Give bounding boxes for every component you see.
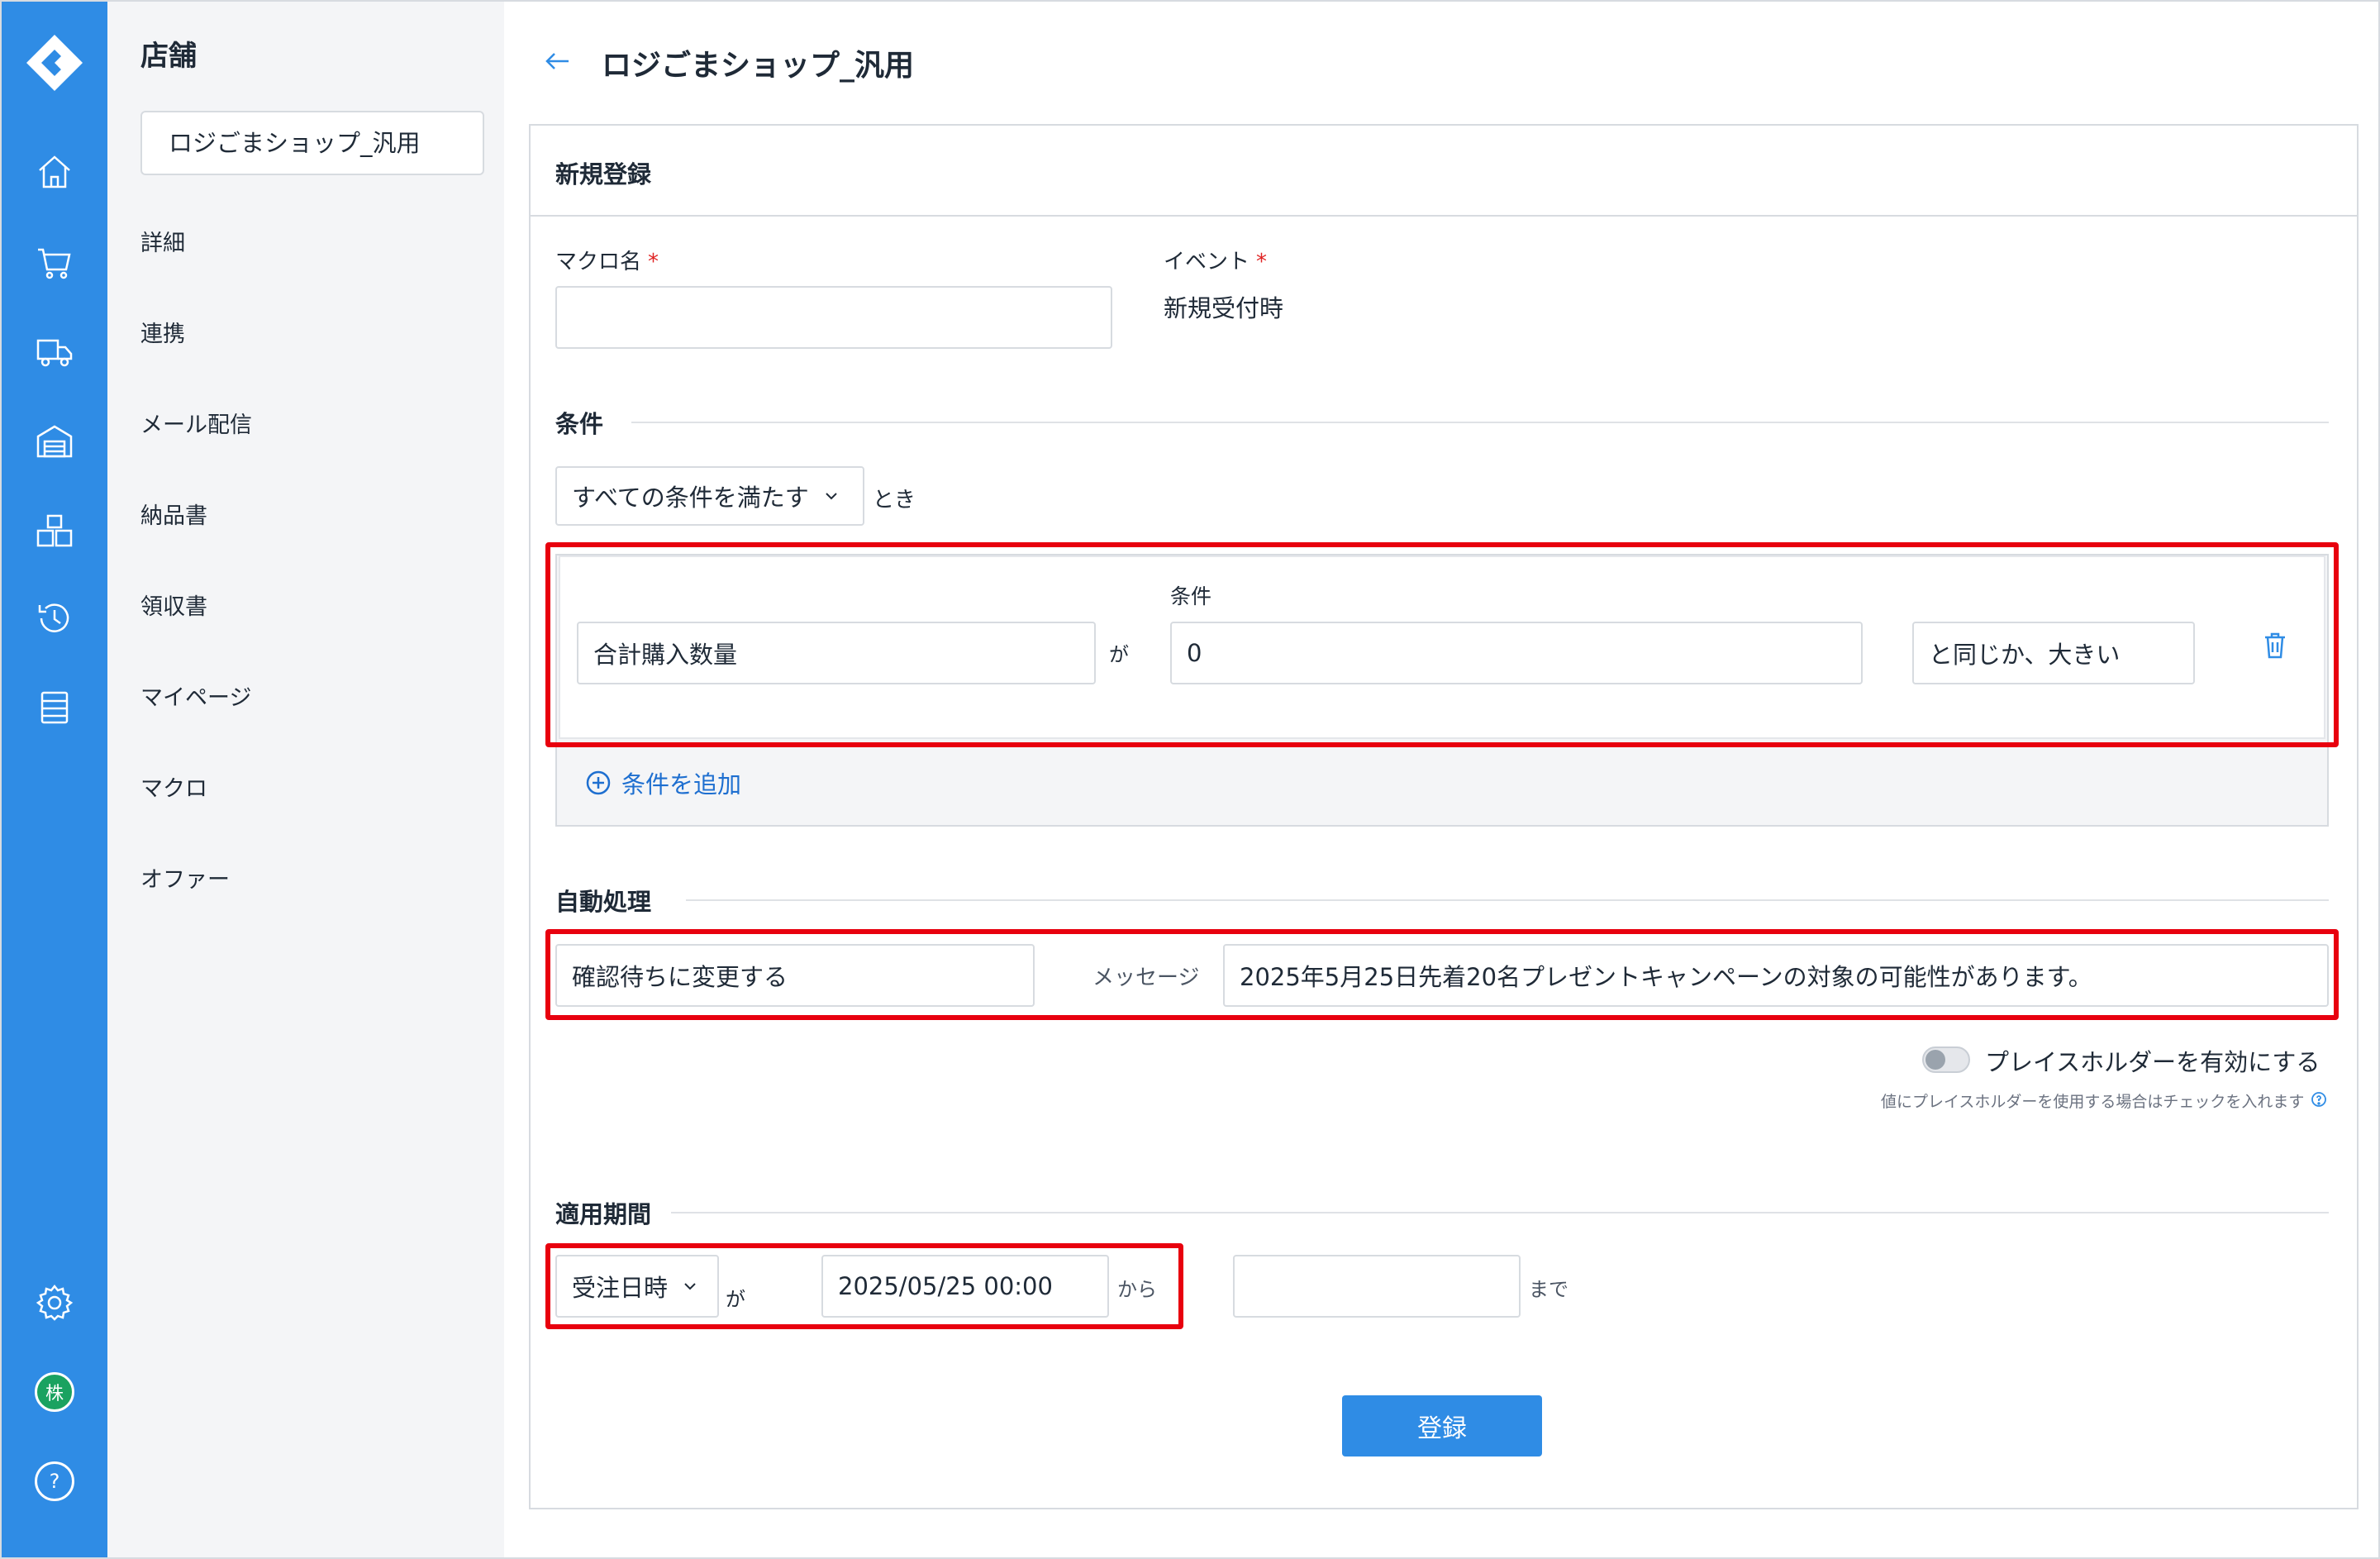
match-mode-value: すべての条件を満たす: [572, 484, 809, 512]
placeholder-toggle-label: プレイスホルダーを有効にする: [1985, 1048, 2320, 1076]
icon-rail: 株 ?: [2, 2, 107, 1557]
sidebar-item-mypage[interactable]: マイページ: [140, 679, 251, 712]
company-icon[interactable]: 株: [35, 1372, 74, 1412]
store-selector[interactable]: ロジごまショップ_汎用: [140, 111, 484, 175]
conditions-divider: [631, 422, 2329, 423]
highlight-auto-processing: [545, 929, 2339, 1020]
toggle-knob: [1925, 1050, 1945, 1070]
sidebar-item-delivery-note[interactable]: 納品書: [140, 498, 207, 530]
highlight-period: [545, 1243, 1183, 1329]
boxes-icon[interactable]: [35, 511, 74, 551]
chevron-down-icon: [826, 493, 837, 500]
settings-icon[interactable]: [35, 1283, 74, 1323]
sidebar-item-mail[interactable]: メール配信: [140, 407, 252, 439]
cart-icon[interactable]: [35, 243, 74, 283]
auto-processing-title: 自動処理: [555, 888, 652, 916]
sidebar-item-offer[interactable]: オファー: [140, 861, 230, 894]
placeholder-help-text: 値にプレイスホルダーを使用する場合はチェックを入れます: [1881, 1093, 2305, 1111]
card-title: 新規登録: [555, 160, 652, 188]
plus-circle-icon: [586, 770, 611, 795]
placeholder-toggle[interactable]: [1922, 1046, 1970, 1073]
sidebar-title: 店舗: [140, 40, 197, 73]
truck-icon[interactable]: [35, 332, 74, 372]
required-mark: *: [1256, 250, 1268, 274]
period-to-suffix: まで: [1529, 1278, 1568, 1301]
help-icon[interactable]: ?: [35, 1461, 74, 1501]
add-condition-button[interactable]: 条件を追加: [585, 765, 741, 800]
sidebar-item-details[interactable]: 詳細: [140, 225, 185, 257]
period-divider: [671, 1212, 2329, 1213]
company-badge-text: 株: [45, 1384, 64, 1404]
sidebar-item-integration[interactable]: 連携: [140, 316, 185, 348]
macro-name-input[interactable]: [555, 286, 1112, 349]
store-sidebar: 店舗 ロジごまショップ_汎用 詳細 連携 メール配信 納品書 領収書 マイページ…: [107, 2, 504, 1557]
sidebar-item-receipt[interactable]: 領収書: [140, 589, 207, 621]
match-suffix: とき: [873, 488, 916, 513]
app-logo-icon[interactable]: [23, 31, 86, 94]
conditions-title: 条件: [555, 410, 604, 438]
macro-name-label: マクロ名 *: [555, 245, 659, 275]
sidebar-item-macro[interactable]: マクロ: [140, 770, 207, 803]
macro-name-label-text: マクロ名: [555, 250, 642, 274]
info-icon[interactable]: [2311, 1091, 2327, 1108]
match-mode-select[interactable]: すべての条件を満たす: [555, 466, 864, 526]
add-condition-label: 条件を追加: [621, 770, 742, 799]
period-to-input[interactable]: [1233, 1255, 1521, 1318]
list-icon[interactable]: [35, 688, 74, 727]
event-label-text: イベント: [1164, 250, 1250, 274]
page-title: ロジごまショップ_汎用: [602, 49, 915, 83]
required-mark: *: [648, 250, 659, 274]
card-header: 新規登録: [531, 126, 2357, 217]
auto-processing-divider: [686, 899, 2329, 901]
register-button[interactable]: 登録: [1342, 1395, 1542, 1456]
warehouse-icon[interactable]: [35, 422, 74, 461]
history-icon[interactable]: [35, 598, 74, 638]
highlight-condition: [545, 542, 2339, 747]
event-label: イベント *: [1164, 245, 1267, 275]
help-glyph: ?: [49, 1470, 60, 1493]
back-arrow-icon[interactable]: [540, 46, 574, 76]
home-icon[interactable]: [35, 152, 74, 192]
event-value: 新規受付時: [1164, 294, 1284, 322]
period-title: 適用期間: [555, 1200, 652, 1228]
